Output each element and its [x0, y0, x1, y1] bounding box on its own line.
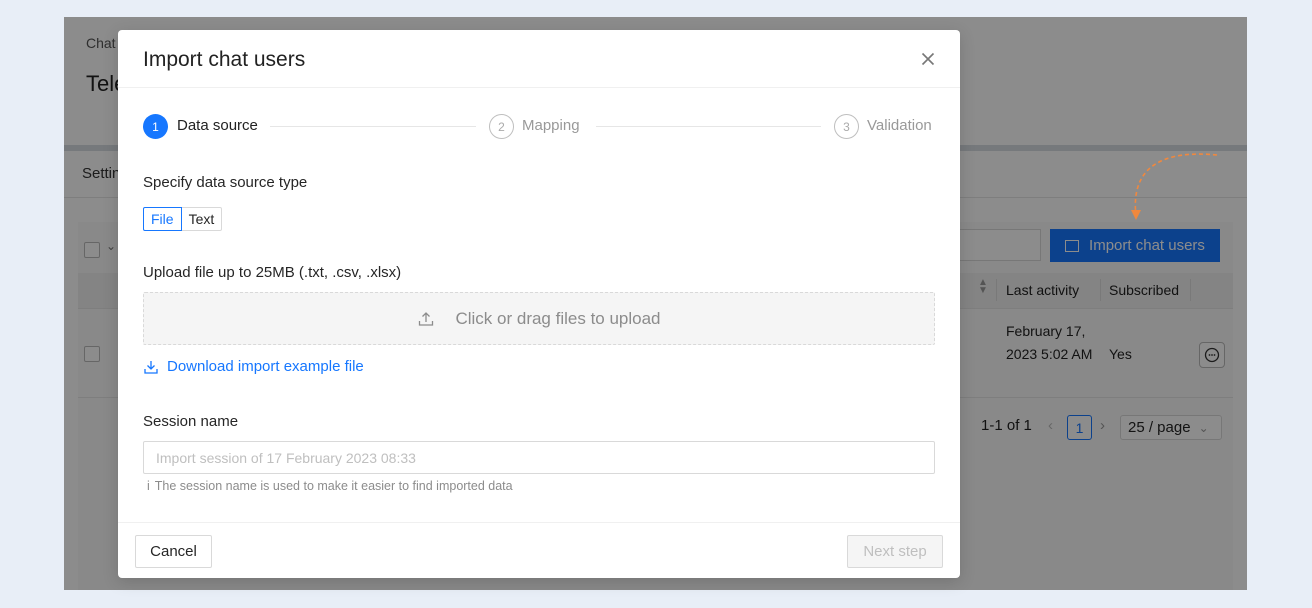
- steps: 1 Data source 2 Mapping 3 Validation: [143, 114, 935, 140]
- dropzone-text: Click or drag files to upload: [455, 308, 661, 328]
- modal-title: Import chat users: [143, 48, 306, 71]
- step-1-icon: 1: [143, 114, 168, 139]
- step-connector: [596, 126, 821, 127]
- source-type-text[interactable]: Text: [181, 207, 223, 231]
- download-icon: [144, 360, 158, 374]
- modal-header: Import chat users: [118, 30, 960, 88]
- source-type-label: Specify data source type: [143, 174, 308, 191]
- session-hint: i The session name is used to make it ea…: [147, 479, 513, 493]
- close-icon: [921, 52, 935, 66]
- session-hint-text: The session name is used to make it easi…: [154, 479, 513, 493]
- step-3-icon: 3: [834, 114, 859, 139]
- cancel-button[interactable]: Cancel: [135, 535, 212, 568]
- annotation-arrow-icon: [1131, 153, 1218, 220]
- step-connector: [270, 126, 476, 127]
- next-step-button[interactable]: Next step: [847, 535, 943, 568]
- modal-footer: Cancel Next step: [118, 522, 960, 578]
- download-link-label: Download import example file: [167, 358, 364, 375]
- step-2-icon: 2: [489, 114, 514, 139]
- session-name-label: Session name: [143, 413, 239, 430]
- step-1-label: Data source: [177, 117, 258, 134]
- upload-label: Upload file up to 25MB (.txt, .csv, .xls…: [143, 264, 402, 281]
- session-name-input[interactable]: [143, 441, 935, 474]
- upload-icon: [419, 311, 434, 326]
- source-type-toggle: File Text: [143, 207, 223, 231]
- step-2-label: Mapping: [522, 117, 580, 134]
- download-example-link[interactable]: Download import example file: [143, 358, 364, 375]
- upload-dropzone[interactable]: Click or drag files to upload: [143, 292, 935, 345]
- close-button[interactable]: [916, 47, 940, 71]
- source-type-file[interactable]: File: [143, 207, 182, 231]
- step-3-label: Validation: [867, 117, 932, 134]
- import-modal: Import chat users 1 Data source 2 Mappin…: [118, 30, 960, 578]
- info-icon: i: [147, 479, 150, 493]
